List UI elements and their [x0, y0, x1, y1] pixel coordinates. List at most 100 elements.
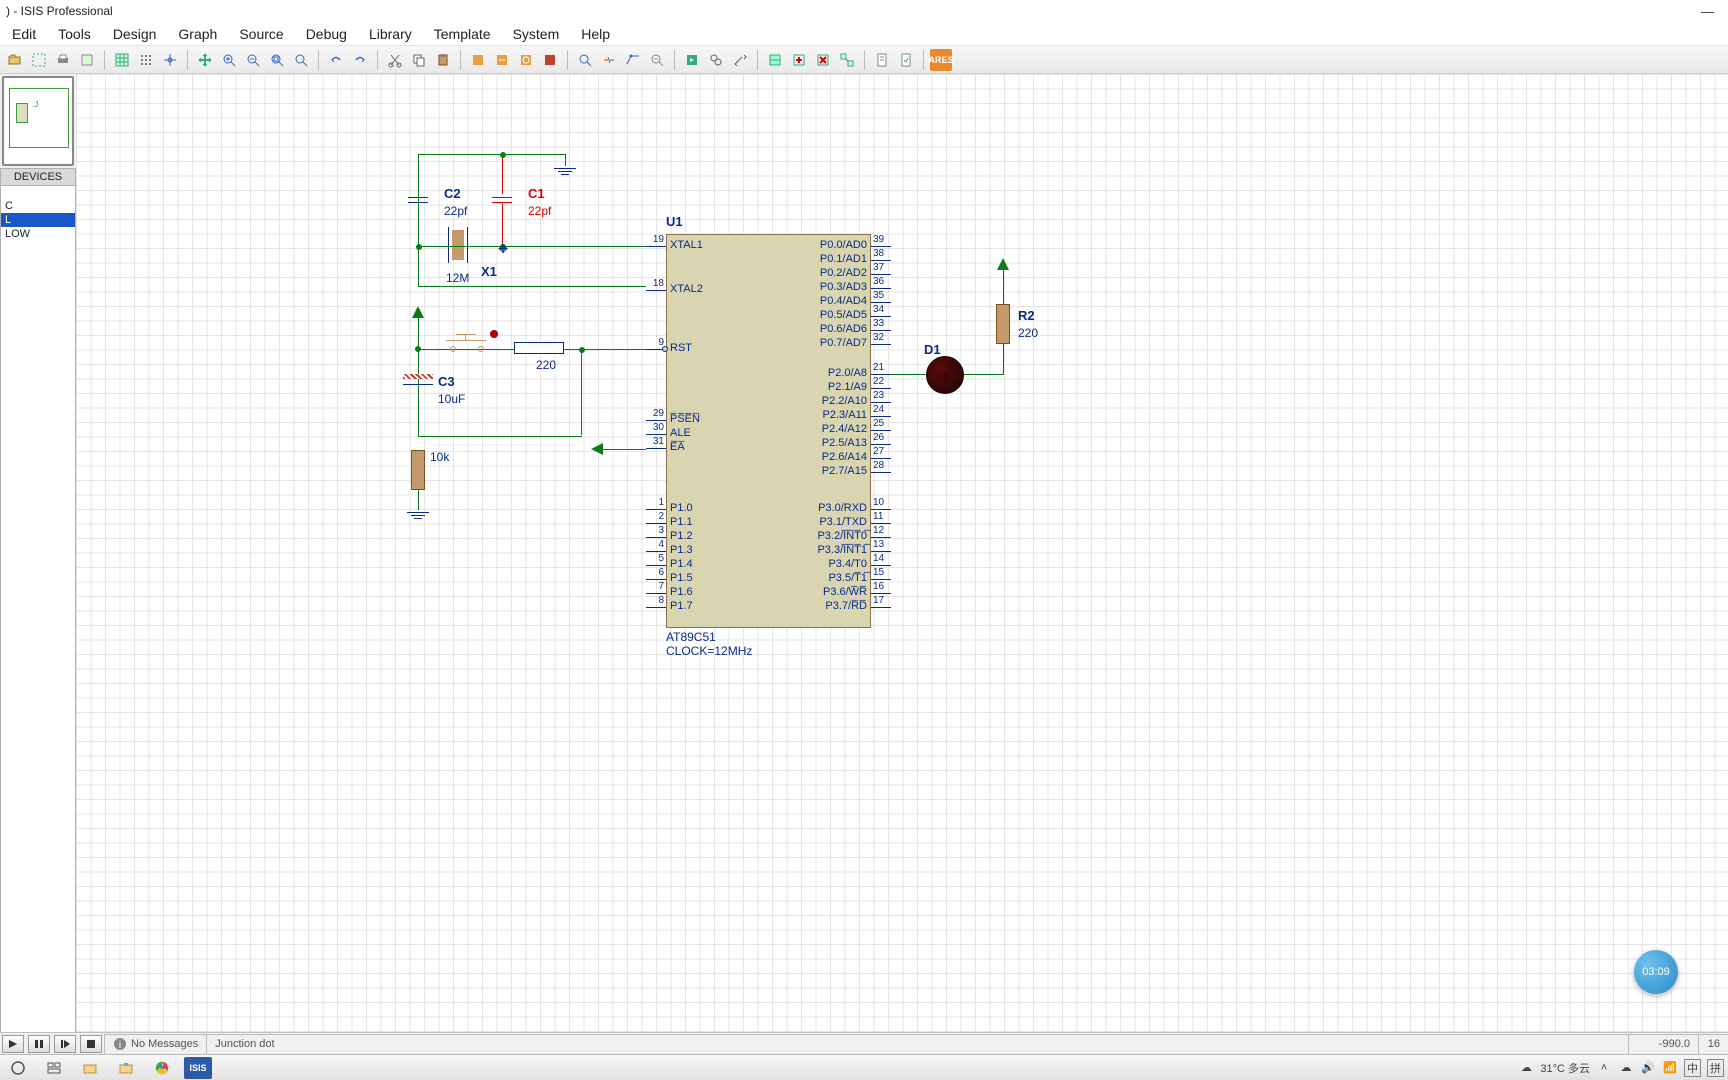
- pin-line[interactable]: [646, 551, 666, 552]
- pin-line[interactable]: [871, 444, 891, 445]
- pin-line[interactable]: [871, 316, 891, 317]
- pin-line[interactable]: [871, 430, 891, 431]
- fileexplorer-icon[interactable]: [76, 1057, 104, 1079]
- tool-zoom-fit[interactable]: [266, 49, 288, 71]
- crystal-x1[interactable]: [452, 230, 464, 260]
- device-item[interactable]: LOW: [1, 227, 75, 241]
- tool-pan[interactable]: [194, 49, 216, 71]
- tool-block1[interactable]: [467, 49, 489, 71]
- pin-line[interactable]: [646, 523, 666, 524]
- tool-area[interactable]: [28, 49, 50, 71]
- pin-line[interactable]: [871, 458, 891, 459]
- pin-line[interactable]: [871, 288, 891, 289]
- pin-line[interactable]: [871, 260, 891, 261]
- tool-tools2[interactable]: [729, 49, 751, 71]
- tool-copy[interactable]: [408, 49, 430, 71]
- pin-line[interactable]: [871, 565, 891, 566]
- overview[interactable]: .J: [2, 76, 74, 166]
- pin-line[interactable]: [871, 274, 891, 275]
- pin-line[interactable]: [646, 565, 666, 566]
- pin-line[interactable]: [646, 593, 666, 594]
- pin-line[interactable]: [871, 607, 891, 608]
- tool-zoom-out[interactable]: [242, 49, 264, 71]
- tool-decompose[interactable]: [836, 49, 858, 71]
- pin-line[interactable]: [646, 290, 666, 291]
- tool-find[interactable]: [705, 49, 727, 71]
- tool-remove[interactable]: [812, 49, 834, 71]
- menu-graph[interactable]: Graph: [168, 24, 227, 44]
- sim-step[interactable]: [54, 1035, 76, 1053]
- pin-line[interactable]: [646, 448, 666, 449]
- network-icon[interactable]: 📶: [1662, 1060, 1678, 1076]
- tool-cut[interactable]: [384, 49, 406, 71]
- tool-package[interactable]: [764, 49, 786, 71]
- pin-line[interactable]: [871, 579, 891, 580]
- res-220[interactable]: [514, 342, 564, 354]
- tool-realtime[interactable]: [681, 49, 703, 71]
- volume-icon[interactable]: 🔊: [1640, 1060, 1656, 1076]
- tool-search-prop[interactable]: [646, 49, 668, 71]
- tool-paste[interactable]: [432, 49, 454, 71]
- ime-kb[interactable]: 拼: [1707, 1059, 1724, 1077]
- tool-zoom-region[interactable]: [290, 49, 312, 71]
- pin-line[interactable]: [871, 246, 891, 247]
- pin-line[interactable]: [646, 607, 666, 608]
- pin-line[interactable]: [646, 579, 666, 580]
- pin-line[interactable]: [646, 509, 666, 510]
- pin-line[interactable]: [871, 302, 891, 303]
- pin-line[interactable]: [646, 246, 666, 247]
- tool-block3[interactable]: [515, 49, 537, 71]
- pin-line[interactable]: [871, 523, 891, 524]
- tool-undo[interactable]: [325, 49, 347, 71]
- tool-bill[interactable]: [871, 49, 893, 71]
- cap-c3[interactable]: [403, 374, 433, 390]
- pin-line[interactable]: [646, 420, 666, 421]
- chevron-up-icon[interactable]: ˄: [1596, 1060, 1612, 1076]
- device-item[interactable]: C: [1, 199, 75, 213]
- menu-system[interactable]: System: [503, 24, 570, 44]
- tool-grid[interactable]: [111, 49, 133, 71]
- menu-design[interactable]: Design: [103, 24, 167, 44]
- tool-trace[interactable]: [622, 49, 644, 71]
- pin-line[interactable]: [646, 537, 666, 538]
- minimize-button[interactable]: —: [1701, 4, 1714, 19]
- tool-block4[interactable]: [539, 49, 561, 71]
- tool-wire-repair[interactable]: [598, 49, 620, 71]
- start-button[interactable]: [4, 1057, 32, 1079]
- menu-tools[interactable]: Tools: [48, 24, 101, 44]
- tool-region[interactable]: [76, 49, 98, 71]
- menu-help[interactable]: Help: [571, 24, 620, 44]
- weather-icon[interactable]: ☁: [1518, 1060, 1534, 1076]
- tool-dots[interactable]: [135, 49, 157, 71]
- pin-line[interactable]: [871, 509, 891, 510]
- tool-zoom-in[interactable]: [218, 49, 240, 71]
- isis-icon[interactable]: ISIS: [184, 1057, 212, 1079]
- menu-edit[interactable]: Edit: [2, 24, 46, 44]
- devices-list[interactable]: C L LOW: [0, 186, 76, 1054]
- menu-template[interactable]: Template: [424, 24, 501, 44]
- tool-block2[interactable]: [491, 49, 513, 71]
- reset-switch[interactable]: [446, 326, 486, 346]
- res-10k[interactable]: [411, 450, 425, 490]
- pin-line[interactable]: [871, 416, 891, 417]
- tool-redo[interactable]: [349, 49, 371, 71]
- pin-line[interactable]: [871, 537, 891, 538]
- tool-erc[interactable]: [895, 49, 917, 71]
- chrome-icon[interactable]: [148, 1057, 176, 1079]
- onedrive-icon[interactable]: ☁: [1618, 1060, 1634, 1076]
- tool-open[interactable]: [4, 49, 26, 71]
- explorer2-icon[interactable]: [112, 1057, 140, 1079]
- pin-line[interactable]: [646, 434, 666, 435]
- tool-add[interactable]: [788, 49, 810, 71]
- pin-line[interactable]: [871, 330, 891, 331]
- ime-lang[interactable]: 中: [1684, 1059, 1701, 1077]
- canvas-area[interactable]: U1 AT89C51 CLOCK=12MHz X1 12M C2 22pf C1: [76, 74, 1728, 1054]
- sim-play[interactable]: [2, 1035, 24, 1053]
- pin-line[interactable]: [871, 551, 891, 552]
- tool-print[interactable]: [52, 49, 74, 71]
- time-bubble[interactable]: 03:09: [1634, 950, 1678, 994]
- pin-line[interactable]: [871, 402, 891, 403]
- pin-line[interactable]: [871, 374, 891, 375]
- tool-ares[interactable]: ARES: [930, 49, 952, 71]
- taskview-icon[interactable]: [40, 1057, 68, 1079]
